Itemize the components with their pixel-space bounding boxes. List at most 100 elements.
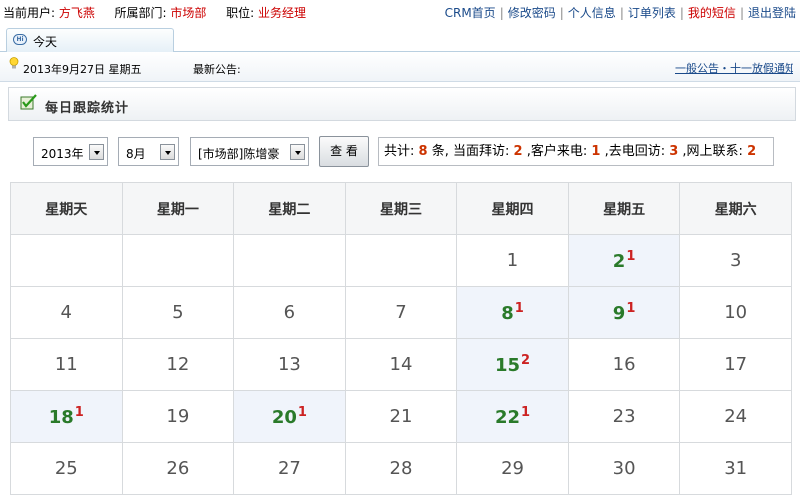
- day-record-count: 1: [514, 301, 524, 316]
- summary-total-unit: 条,: [431, 144, 449, 159]
- calendar-day-cell: 25: [10, 442, 123, 495]
- day-number: 15: [494, 355, 521, 376]
- day-number: 27: [277, 458, 301, 479]
- nav-link-logout[interactable]: 退出登陆: [748, 6, 796, 20]
- summary-total-label: 共计:: [384, 144, 415, 159]
- dept-name: 市场部: [170, 6, 207, 20]
- day-record-count: 1: [74, 405, 84, 420]
- day-number: 13: [277, 354, 301, 375]
- summary-visit: 2: [513, 144, 523, 159]
- summary-total: 8: [418, 144, 428, 159]
- calendar-day-cell[interactable]: 81: [456, 286, 569, 339]
- calendar-day-cell[interactable]: 181: [10, 390, 123, 443]
- calendar-day-cell: 7: [344, 286, 458, 339]
- user-name: 方飞燕: [58, 6, 95, 20]
- user-label: 当前用户:: [3, 6, 56, 20]
- tab-today[interactable]: Hi 今天: [6, 28, 174, 52]
- day-number: 6: [283, 302, 296, 323]
- dept-label: 所属部门:: [114, 6, 167, 20]
- weekday-header: 星期三: [344, 182, 458, 235]
- day-number: 23: [612, 406, 636, 427]
- calendar-day-cell: 3: [679, 234, 792, 287]
- calendar-day-cell[interactable]: 91: [567, 286, 681, 339]
- lightbulb-icon: [9, 57, 19, 69]
- separator: |: [619, 6, 624, 20]
- day-number: 3: [729, 250, 742, 271]
- top-bar: 当前用户: 方飞燕 所属部门: 市场部 职位: 业务经理 CRM首页 | 修改密码 |…: [0, 0, 800, 22]
- day-number: 20: [271, 407, 297, 428]
- calendar-day-cell: 1: [456, 234, 569, 287]
- separator: |: [499, 6, 504, 20]
- calendar-day-cell: 13: [233, 338, 346, 391]
- day-number: 2: [612, 251, 626, 272]
- notice-label: 最新公告:: [193, 63, 241, 76]
- separator: |: [739, 6, 744, 20]
- day-number: 24: [724, 406, 748, 427]
- nav-link-profile[interactable]: 个人信息: [568, 6, 616, 20]
- calendar-empty-cell: [10, 234, 123, 287]
- day-number: 18: [48, 407, 74, 428]
- view-button[interactable]: 查 看: [319, 136, 369, 167]
- summary-online-label: ,网上联系:: [682, 144, 743, 159]
- calendar-day-cell: 29: [456, 442, 569, 495]
- day-number: 10: [724, 302, 748, 323]
- nav-link-orders[interactable]: 订单列表: [628, 6, 676, 20]
- day-number: 28: [389, 458, 413, 479]
- weekday-header: 星期一: [121, 182, 235, 235]
- role-label: 职位:: [226, 6, 255, 20]
- section-title: 每日跟踪统计: [45, 101, 130, 116]
- tab-strip: Hi 今天: [0, 28, 800, 52]
- calendar-day-cell: 28: [344, 442, 458, 495]
- weekday-header: 星期六: [679, 182, 792, 235]
- calendar-week-row: 11 12 13 14 152 16 17: [10, 338, 792, 391]
- day-number: 4: [60, 302, 72, 323]
- day-number: 19: [166, 406, 190, 427]
- chevron-down-icon: [160, 144, 175, 160]
- calendar-day-cell[interactable]: 152: [456, 338, 569, 391]
- calendar-day-cell: 30: [567, 442, 681, 495]
- day-number: 7: [395, 302, 407, 323]
- calendar-day-cell[interactable]: 221: [456, 390, 569, 443]
- chevron-down-icon: [290, 144, 305, 160]
- weekday-header: 星期二: [233, 182, 346, 235]
- day-record-count: 1: [297, 405, 307, 420]
- day-number: 31: [724, 458, 748, 479]
- notice-link[interactable]: 一般公告・十一放假通知: [675, 60, 793, 76]
- weekday-header: 星期天: [10, 182, 123, 235]
- day-number: 30: [612, 458, 636, 479]
- calendar-day-cell: 14: [344, 338, 458, 391]
- day-number: 1: [506, 250, 519, 271]
- summary-visit-label: 当面拜访:: [453, 144, 510, 159]
- year-select[interactable]: 2013年: [33, 137, 108, 166]
- day-record-count: 1: [521, 405, 531, 420]
- calendar-day-cell: 5: [121, 286, 235, 339]
- user-info: 当前用户: 方飞燕 所属部门: 市场部 职位: 业务经理: [3, 4, 306, 21]
- tab-label: 今天: [33, 35, 58, 49]
- calendar-week-row: 181 19 201 21 221 23 24: [10, 390, 792, 443]
- calendar-week-row: 4 5 6 7 81 91 10: [10, 286, 792, 339]
- weekday-header-row: 星期天 星期一 星期二 星期三 星期四 星期五 星期六: [10, 182, 792, 235]
- day-number: 9: [612, 303, 626, 324]
- calendar-empty-cell: [344, 234, 458, 287]
- day-number: 16: [612, 354, 636, 375]
- day-number: 21: [389, 406, 413, 427]
- month-select[interactable]: 8月: [118, 137, 179, 166]
- separator: |: [559, 6, 564, 20]
- day-number: 26: [166, 458, 190, 479]
- calendar-empty-cell: [233, 234, 346, 287]
- user-select[interactable]: [市场部]陈增豪: [190, 137, 309, 166]
- nav-link-messages[interactable]: 我的短信: [688, 6, 736, 20]
- role-name: 业务经理: [257, 6, 306, 20]
- day-record-count: 1: [626, 249, 636, 264]
- nav-link-change-password[interactable]: 修改密码: [508, 6, 556, 20]
- day-number: 25: [54, 458, 78, 479]
- calendar-day-cell[interactable]: 201: [233, 390, 346, 443]
- summary-incoming: 1: [591, 144, 601, 159]
- calendar-day-cell[interactable]: 21: [567, 234, 681, 287]
- calendar-day-cell: 10: [679, 286, 792, 339]
- separator: |: [679, 6, 684, 20]
- calendar-day-cell: 31: [679, 442, 792, 495]
- calendar-day-cell: 16: [567, 338, 681, 391]
- nav-link-crm-home[interactable]: CRM首页: [445, 6, 496, 20]
- calendar-empty-cell: [121, 234, 235, 287]
